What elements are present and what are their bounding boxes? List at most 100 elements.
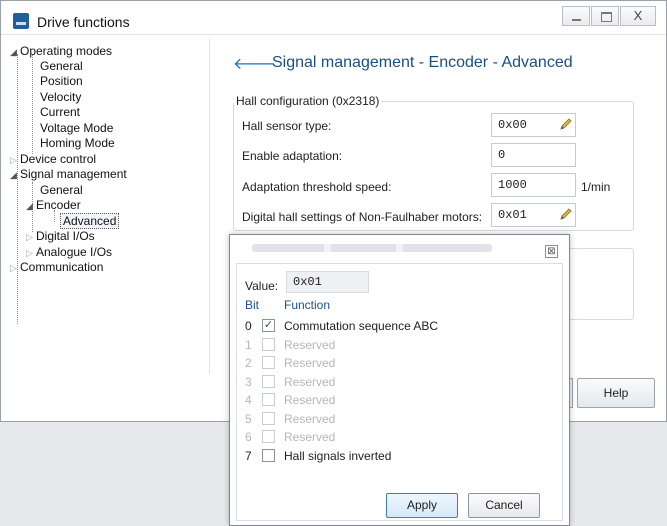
bit-checkbox-checked[interactable]: ✓ (262, 319, 275, 332)
bit-number: 3 (245, 375, 252, 389)
cancel-button[interactable]: Cancel (468, 493, 540, 518)
bit-function-label: Reserved (284, 393, 336, 407)
bit-function-label: Reserved (284, 338, 336, 352)
edit-pencil-icon[interactable] (559, 207, 573, 221)
tree-item-encoder[interactable]: ◢ Encoder (26, 198, 81, 213)
bit-row: 2 Reserved (230, 356, 530, 374)
tree-label: Device control (20, 152, 97, 166)
bit-row: 5 Reserved (230, 412, 530, 430)
adaptation-threshold-label: Adaptation threshold speed: (242, 180, 392, 194)
bit-function-label: Reserved (284, 375, 336, 389)
tree-item-voltage-mode[interactable]: Voltage Mode (40, 121, 113, 135)
tree-label: General (40, 183, 83, 197)
tree-item-advanced[interactable]: Advanced (60, 213, 120, 229)
collapsed-toggle-icon[interactable]: ▷ (26, 246, 36, 260)
tree-guide-line (17, 54, 18, 324)
expanded-toggle-icon[interactable]: ◢ (10, 45, 20, 59)
window-title: Drive functions (37, 14, 130, 30)
enable-adaptation-label: Enable adaptation: (242, 149, 343, 163)
expanded-toggle-icon[interactable]: ◢ (10, 168, 20, 182)
bit-function-label: Reserved (284, 412, 336, 426)
bit-column-header: Bit (245, 298, 260, 312)
bit-row: 6 Reserved (230, 430, 530, 448)
tree-label: Digital I/Os (36, 229, 95, 243)
tree-label: Position (40, 74, 83, 88)
unit-label: 1/min (581, 180, 611, 194)
tree-label: Voltage Mode (40, 121, 114, 135)
back-arrow-icon[interactable]: 🡐 (233, 53, 276, 74)
edit-pencil-icon[interactable] (559, 117, 573, 131)
tree-item-digital-ios[interactable]: ▷ Digital I/Os (26, 229, 95, 244)
hall-sensor-type-label: Hall sensor type: (242, 119, 332, 133)
bit-checkbox (262, 356, 275, 369)
tree-label-selected: Advanced (60, 213, 120, 229)
tree-label: Signal management (20, 167, 127, 181)
bit-editor-dialog: ⊠ Value: 0x01 Bit Function 0 ✓ Commutati… (229, 234, 570, 526)
bit-row: 1 Reserved (230, 338, 530, 356)
collapsed-toggle-icon[interactable]: ▷ (10, 261, 20, 275)
bit-row: 7 Hall signals inverted (230, 449, 530, 467)
tree-item-signal-management[interactable]: ◢ Signal management (10, 167, 127, 182)
tree-label: Operating modes (20, 44, 113, 58)
bit-checkbox (262, 393, 275, 406)
enable-adaptation-field[interactable]: 0 (491, 143, 576, 167)
app-icon (13, 13, 29, 29)
tree-item-communication[interactable]: ▷ Communication (10, 260, 103, 275)
tree-item-position[interactable]: Position (40, 74, 83, 88)
function-column-header: Function (284, 298, 331, 312)
bit-function-label: Hall signals inverted (284, 449, 392, 463)
expanded-toggle-icon[interactable]: ◢ (26, 199, 36, 213)
bit-row: 4 Reserved (230, 393, 530, 411)
bit-number: 2 (245, 356, 252, 370)
bit-function-label: Commutation sequence ABC (284, 319, 439, 333)
tree-label: Encoder (36, 198, 81, 212)
tree-item-analogue-ios[interactable]: ▷ Analogue I/Os (26, 245, 112, 260)
bit-number: 4 (245, 393, 252, 407)
bit-number: 0 (245, 319, 252, 333)
tree-item-device-control[interactable]: ▷ Device control (10, 152, 96, 167)
minimize-button[interactable] (562, 6, 590, 26)
tree-label: Analogue I/Os (36, 245, 113, 259)
bit-checkbox (262, 375, 275, 388)
collapsed-toggle-icon[interactable]: ▷ (26, 230, 36, 244)
bit-checkbox (262, 412, 275, 425)
bit-function-label: Reserved (284, 430, 336, 444)
bit-row: 3 Reserved (230, 375, 530, 393)
maximize-button[interactable] (591, 6, 619, 26)
navigation-tree: ◢ Operating modes General Position Veloci… (10, 39, 210, 374)
tree-item-general[interactable]: General (40, 59, 83, 73)
tree-item-velocity[interactable]: Velocity (40, 90, 81, 104)
tree-guide-line (32, 54, 33, 154)
help-button[interactable]: Help (577, 378, 655, 408)
tree-item-operating-modes[interactable]: ◢ Operating modes (10, 44, 112, 59)
close-button[interactable]: X (620, 6, 656, 26)
secondary-group (567, 248, 634, 320)
value-label: Value: (245, 279, 279, 293)
bit-checkbox (262, 338, 275, 351)
value-field: 0x01 (286, 271, 369, 293)
bit-checkbox (262, 430, 275, 443)
page-title: Signal management - Encoder - Advanced (272, 54, 573, 71)
tree-item-general-signal[interactable]: General (40, 183, 83, 197)
title-bar: Drive functions X (1, 1, 666, 35)
collapsed-toggle-icon[interactable]: ▷ (10, 153, 20, 167)
tree-label: Communication (20, 260, 104, 274)
bit-checkbox[interactable] (262, 449, 275, 462)
tree-label: General (40, 59, 83, 73)
bit-number: 5 (245, 412, 252, 426)
bit-number: 1 (245, 338, 252, 352)
tree-label: Velocity (40, 90, 82, 104)
dialog-title-blurred (252, 244, 492, 252)
apply-button[interactable]: Apply (386, 493, 458, 518)
bit-number: 6 (245, 430, 252, 444)
tree-label: Homing Mode (40, 136, 115, 150)
close-icon[interactable]: ⊠ (545, 245, 558, 258)
tree-item-homing-mode[interactable]: Homing Mode (40, 136, 115, 150)
group-legend: Hall configuration (0x2318) (234, 94, 382, 108)
adaptation-threshold-field[interactable]: 1000 (491, 173, 576, 197)
tree-item-current[interactable]: Current (40, 105, 80, 119)
bit-function-label: Reserved (284, 356, 336, 370)
digital-hall-settings-label: Digital hall settings of Non-Faulhaber m… (242, 210, 483, 224)
bit-number: 7 (245, 449, 252, 463)
tree-label: Current (40, 105, 81, 119)
